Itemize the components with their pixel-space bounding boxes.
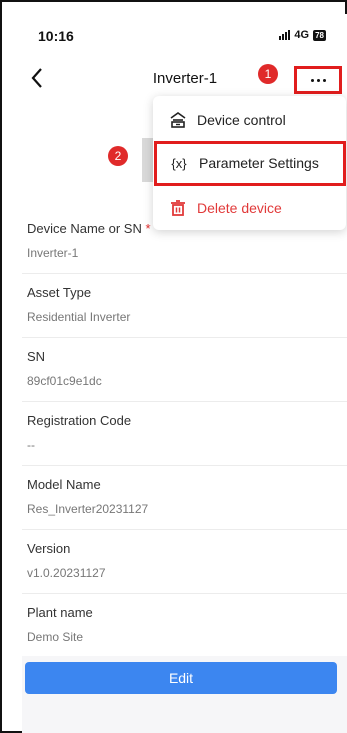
detail-label: Asset Type bbox=[27, 285, 92, 300]
more-options-button[interactable] bbox=[294, 66, 342, 94]
parameter-settings-highlight bbox=[154, 141, 346, 186]
status-bar: 10:16 4G 78 bbox=[22, 14, 347, 54]
detail-value: Demo Site bbox=[27, 630, 84, 644]
detail-label: Registration Code bbox=[27, 413, 132, 428]
more-dots-icon bbox=[310, 78, 326, 82]
detail-label: Version bbox=[27, 541, 71, 556]
device-control-icon bbox=[169, 111, 187, 129]
edit-button[interactable]: Edit bbox=[25, 662, 337, 694]
detail-row-sn: SN 89cf01c9e1dc bbox=[22, 338, 347, 402]
detail-row-plant-name: Plant name Demo Site bbox=[22, 594, 347, 658]
detail-row-model-name: Model Name Res_Inverter20231127 bbox=[22, 466, 347, 530]
status-indicators: 4G 78 bbox=[279, 29, 326, 41]
device-details: Device Name or SN * Inverter-1 Asset Typ… bbox=[22, 210, 347, 656]
detail-value: Residential Inverter bbox=[27, 310, 131, 324]
network-type: 4G bbox=[294, 29, 310, 41]
signal-icon bbox=[279, 30, 291, 40]
footer-bar: Edit bbox=[22, 656, 347, 733]
trash-icon bbox=[169, 199, 187, 217]
step-badge-1: 1 bbox=[258, 64, 278, 84]
detail-row-registration-code: Registration Code -- bbox=[22, 402, 347, 466]
detail-label: Device Name or SN * bbox=[27, 221, 151, 236]
status-time: 10:16 bbox=[38, 28, 74, 44]
menu-item-device-control[interactable]: Device control bbox=[153, 100, 346, 140]
battery-icon: 78 bbox=[313, 29, 326, 41]
detail-label: Model Name bbox=[27, 477, 101, 492]
detail-value: Res_Inverter20231127 bbox=[27, 502, 149, 516]
detail-label: SN bbox=[27, 349, 46, 364]
step-badge-2: 2 bbox=[108, 146, 128, 166]
detail-row-asset-type: Asset Type Residential Inverter bbox=[22, 274, 347, 338]
menu-item-delete-device[interactable]: Delete device bbox=[153, 188, 346, 228]
detail-value: v1.0.20231127 bbox=[27, 566, 106, 580]
detail-row-version: Version v1.0.20231127 bbox=[22, 530, 347, 594]
menu-item-label: Delete device bbox=[197, 200, 282, 216]
menu-item-label: Device control bbox=[197, 112, 286, 128]
phone-screen: 10:16 4G 78 Inverter-1 Device Name or SN… bbox=[22, 14, 347, 733]
detail-value: 89cf01c9e1dc bbox=[27, 374, 102, 388]
detail-value: -- bbox=[27, 438, 35, 452]
detail-label: Plant name bbox=[27, 605, 93, 620]
required-mark: * bbox=[145, 221, 151, 236]
detail-value: Inverter-1 bbox=[27, 246, 79, 260]
